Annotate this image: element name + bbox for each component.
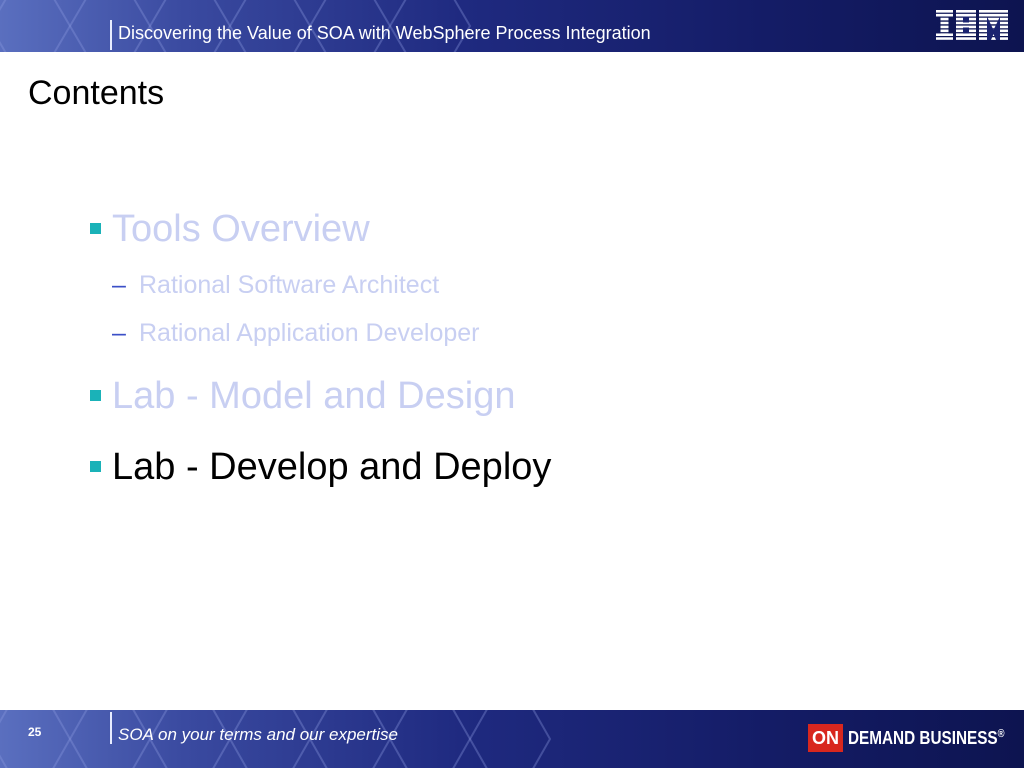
agenda-sub-marker: – [112, 271, 126, 299]
footer-divider [110, 712, 112, 744]
agenda-subitem-rational-software-architect: Rational Software Architect [139, 271, 440, 299]
slide: Discovering the Value of SOA with WebSph… [0, 0, 1024, 768]
on-demand-logo-wordmark: DEMAND BUSINESS [848, 727, 998, 748]
agenda-item-lab-develop-and-deploy: Lab - Develop and Deploy [112, 446, 552, 488]
agenda-subitem-rational-application-developer: Rational Application Developer [139, 319, 480, 347]
on-demand-business-logo: ON DEMAND BUSINESS® [808, 723, 1024, 753]
footer-tagline: SOA on your terms and our expertise [118, 725, 399, 744]
agenda-bullet [90, 390, 101, 401]
agenda-item-lab-model-and-design: Lab - Model and Design [112, 375, 516, 417]
trademark-mark: ® [997, 727, 1005, 740]
agenda-bullet [90, 223, 101, 234]
on-demand-logo-text: DEMAND BUSINESS® [848, 728, 1005, 749]
agenda-item-tools-overview: Tools Overview [112, 208, 370, 250]
agenda-sub-marker: – [112, 319, 126, 347]
page-number: 25 [28, 725, 42, 739]
agenda-list: Tools Overview – Rational Software Archi… [0, 0, 1024, 768]
agenda-bullet [90, 461, 101, 472]
on-demand-logo-on-box: ON [808, 724, 843, 752]
footer-band: 25 SOA on your terms and our expertise O… [0, 710, 1024, 768]
